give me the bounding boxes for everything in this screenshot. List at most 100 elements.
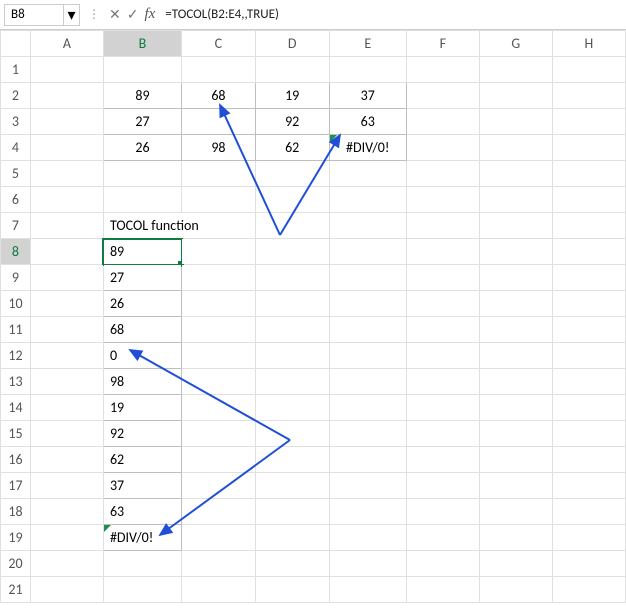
cell[interactable]: 27 bbox=[103, 109, 181, 135]
cell[interactable] bbox=[329, 551, 406, 577]
cell[interactable] bbox=[552, 213, 625, 239]
cell[interactable] bbox=[479, 395, 552, 421]
cell[interactable] bbox=[406, 447, 479, 473]
cell[interactable] bbox=[30, 291, 103, 317]
cell[interactable] bbox=[329, 421, 406, 447]
cell[interactable] bbox=[255, 473, 329, 499]
row-header[interactable]: 7 bbox=[1, 213, 31, 239]
cell[interactable] bbox=[30, 421, 103, 447]
row-header[interactable]: 17 bbox=[1, 473, 31, 499]
cell[interactable] bbox=[479, 109, 552, 135]
cell[interactable] bbox=[329, 447, 406, 473]
cell[interactable] bbox=[329, 525, 406, 551]
cell[interactable] bbox=[30, 369, 103, 395]
row-header[interactable]: 1 bbox=[1, 57, 31, 83]
cell[interactable] bbox=[30, 135, 103, 161]
cell[interactable] bbox=[329, 395, 406, 421]
cell[interactable]: 62 bbox=[255, 135, 329, 161]
cell[interactable] bbox=[479, 525, 552, 551]
cell[interactable] bbox=[30, 57, 103, 83]
row-header[interactable]: 12 bbox=[1, 343, 31, 369]
cell[interactable] bbox=[406, 369, 479, 395]
fx-icon[interactable]: fx bbox=[144, 6, 155, 23]
cell[interactable] bbox=[406, 291, 479, 317]
cell[interactable] bbox=[255, 291, 329, 317]
cell[interactable]: 37 bbox=[329, 83, 406, 109]
cell[interactable]: 68 bbox=[103, 317, 181, 343]
cell[interactable] bbox=[182, 291, 256, 317]
cell[interactable] bbox=[30, 473, 103, 499]
row-header[interactable]: 2 bbox=[1, 83, 31, 109]
cell[interactable] bbox=[479, 265, 552, 291]
cell[interactable] bbox=[255, 421, 329, 447]
row-header[interactable]: 13 bbox=[1, 369, 31, 395]
name-box-dropdown-icon[interactable]: ▾ bbox=[63, 5, 79, 25]
cell[interactable] bbox=[479, 421, 552, 447]
formula-input[interactable]: =TOCOL(B2:E4,,TRUE) bbox=[161, 7, 622, 22]
col-header-G[interactable]: G bbox=[479, 31, 552, 57]
cell[interactable] bbox=[479, 551, 552, 577]
cell[interactable] bbox=[406, 499, 479, 525]
cell[interactable] bbox=[255, 395, 329, 421]
cell[interactable] bbox=[479, 213, 552, 239]
cell[interactable]: 62 bbox=[103, 447, 181, 473]
cell[interactable] bbox=[30, 317, 103, 343]
cell[interactable] bbox=[255, 343, 329, 369]
cell[interactable] bbox=[182, 421, 256, 447]
cell[interactable] bbox=[406, 239, 479, 265]
cell[interactable] bbox=[552, 525, 625, 551]
cell[interactable]: 0 bbox=[103, 343, 181, 369]
cell[interactable] bbox=[329, 317, 406, 343]
cell[interactable] bbox=[182, 109, 256, 135]
cell[interactable] bbox=[329, 473, 406, 499]
row-header[interactable]: 15 bbox=[1, 421, 31, 447]
col-header-C[interactable]: C bbox=[182, 31, 256, 57]
cell[interactable] bbox=[329, 291, 406, 317]
cell[interactable] bbox=[30, 525, 103, 551]
row-header[interactable]: 3 bbox=[1, 109, 31, 135]
cell[interactable] bbox=[552, 577, 625, 603]
cell[interactable] bbox=[406, 161, 479, 187]
cell[interactable] bbox=[329, 577, 406, 603]
cell[interactable] bbox=[552, 109, 625, 135]
cell[interactable] bbox=[552, 369, 625, 395]
cell[interactable] bbox=[255, 499, 329, 525]
spreadsheet-grid[interactable]: A B C D E F G H 1 2 89 68 19 37 3 27 92 … bbox=[0, 30, 626, 603]
cell[interactable] bbox=[182, 317, 256, 343]
cell[interactable] bbox=[30, 447, 103, 473]
cell[interactable] bbox=[103, 57, 181, 83]
cell[interactable] bbox=[329, 499, 406, 525]
cell[interactable] bbox=[255, 369, 329, 395]
cell[interactable]: #DIV/0! bbox=[329, 135, 406, 161]
row-header[interactable]: 5 bbox=[1, 161, 31, 187]
cell[interactable]: 92 bbox=[255, 109, 329, 135]
col-header-A[interactable]: A bbox=[30, 31, 103, 57]
cell[interactable] bbox=[255, 525, 329, 551]
cell[interactable] bbox=[255, 213, 329, 239]
cell[interactable] bbox=[406, 265, 479, 291]
cell[interactable]: 19 bbox=[255, 83, 329, 109]
col-header-B[interactable]: B bbox=[103, 31, 181, 57]
row-header[interactable]: 8 bbox=[1, 239, 31, 265]
cell[interactable]: 98 bbox=[182, 135, 256, 161]
cell[interactable]: 63 bbox=[329, 109, 406, 135]
cell[interactable] bbox=[103, 577, 181, 603]
col-header-H[interactable]: H bbox=[552, 31, 625, 57]
cell[interactable] bbox=[406, 525, 479, 551]
cell[interactable]: #DIV/0! bbox=[103, 525, 181, 551]
select-all-corner[interactable] bbox=[1, 31, 31, 57]
row-header[interactable]: 6 bbox=[1, 187, 31, 213]
cell[interactable] bbox=[552, 291, 625, 317]
cell[interactable] bbox=[552, 187, 625, 213]
cell[interactable] bbox=[329, 369, 406, 395]
cell[interactable] bbox=[406, 577, 479, 603]
cell[interactable] bbox=[479, 187, 552, 213]
cell[interactable] bbox=[255, 447, 329, 473]
cell[interactable] bbox=[406, 421, 479, 447]
cell[interactable] bbox=[255, 187, 329, 213]
cell[interactable] bbox=[30, 551, 103, 577]
cell[interactable] bbox=[479, 161, 552, 187]
cell[interactable] bbox=[479, 239, 552, 265]
cell[interactable] bbox=[406, 213, 479, 239]
row-header[interactable]: 21 bbox=[1, 577, 31, 603]
